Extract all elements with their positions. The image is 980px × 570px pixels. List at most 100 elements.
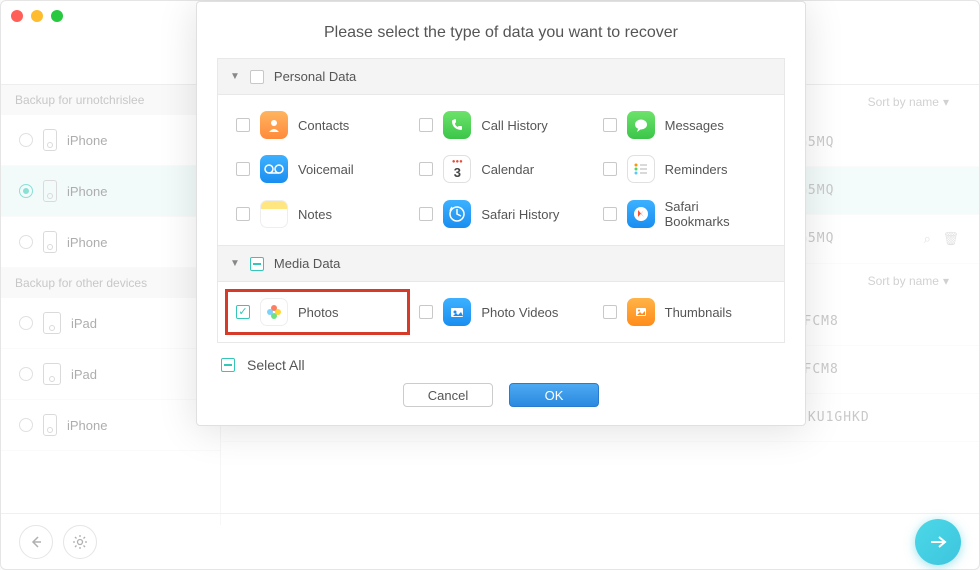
footer	[1, 513, 979, 569]
iphone-icon	[43, 129, 57, 151]
sort-dropdown[interactable]: Sort by name	[868, 274, 939, 288]
item-contacts[interactable]: Contacts	[226, 103, 409, 147]
modal-title: Please select the type of data you want …	[197, 2, 805, 58]
item-label: Notes	[298, 207, 332, 222]
reminders-icon	[627, 155, 655, 183]
data-type-modal: Please select the type of data you want …	[196, 1, 806, 426]
radio-icon[interactable]	[19, 418, 33, 432]
item-checkbox[interactable]	[236, 162, 250, 176]
ok-button[interactable]: OK	[509, 383, 599, 407]
app-window: Backup for urnotchrislee iPhone iPhone i…	[0, 0, 980, 570]
item-label: Photos	[298, 305, 338, 320]
chevron-down-icon: ▾	[943, 95, 949, 109]
item-label: Safari Bookmarks	[665, 199, 766, 229]
item-messages[interactable]: Messages	[593, 103, 776, 147]
item-label: Messages	[665, 118, 724, 133]
settings-button[interactable]	[63, 525, 97, 559]
arrow-left-icon	[28, 534, 44, 550]
device-label: iPhone	[67, 184, 107, 199]
select-all-checkbox[interactable]	[221, 358, 235, 372]
item-checkbox[interactable]	[419, 305, 433, 319]
item-label: Safari History	[481, 207, 559, 222]
device-row[interactable]: iPhone	[1, 400, 220, 451]
item-label: Photo Videos	[481, 305, 558, 320]
trash-icon[interactable]: 🗑	[942, 231, 959, 246]
radio-icon[interactable]	[19, 184, 33, 198]
item-checkbox[interactable]	[236, 207, 250, 221]
window-controls	[11, 10, 63, 22]
device-label: iPhone	[67, 235, 107, 250]
device-label: iPad	[71, 367, 97, 382]
item-label: Reminders	[665, 162, 728, 177]
item-checkbox[interactable]	[603, 305, 617, 319]
item-photo-videos[interactable]: Photo Videos	[409, 290, 592, 334]
item-label: Thumbnails	[665, 305, 732, 320]
radio-icon[interactable]	[19, 133, 33, 147]
item-checkbox[interactable]	[236, 305, 250, 319]
group-checkbox[interactable]	[250, 257, 264, 271]
device-row[interactable]: iPad	[1, 349, 220, 400]
item-label: Call History	[481, 118, 547, 133]
chevron-down-icon: ▾	[943, 274, 949, 288]
device-label: iPhone	[67, 133, 107, 148]
device-label: iPad	[71, 316, 97, 331]
item-reminders[interactable]: Reminders	[593, 147, 776, 191]
item-notes[interactable]: Notes	[226, 191, 409, 237]
item-safari-bookmarks[interactable]: Safari Bookmarks	[593, 191, 776, 237]
item-checkbox[interactable]	[419, 207, 433, 221]
messages-icon	[627, 111, 655, 139]
arrow-right-icon	[927, 531, 949, 553]
sidebar: Backup for urnotchrislee iPhone iPhone i…	[1, 85, 221, 525]
back-button[interactable]	[19, 525, 53, 559]
item-checkbox[interactable]	[419, 162, 433, 176]
photo-videos-icon	[443, 298, 471, 326]
search-icon[interactable]: ⌕	[924, 231, 931, 246]
radio-icon[interactable]	[19, 235, 33, 249]
item-checkbox[interactable]	[236, 118, 250, 132]
safari-history-icon	[443, 200, 471, 228]
device-label: iPhone	[67, 418, 107, 433]
cancel-button[interactable]: Cancel	[403, 383, 493, 407]
group-header[interactable]: ▼ Media Data	[218, 245, 784, 282]
sidebar-section-header: Backup for other devices	[1, 268, 220, 298]
phone-icon	[443, 111, 471, 139]
item-checkbox[interactable]	[419, 118, 433, 132]
group-label: Personal Data	[274, 69, 356, 84]
sort-dropdown[interactable]: Sort by name	[868, 95, 939, 109]
contacts-icon	[260, 111, 288, 139]
item-calendar[interactable]: ●●●3 Calendar	[409, 147, 592, 191]
photos-icon	[260, 298, 288, 326]
group-header[interactable]: ▼ Personal Data	[218, 59, 784, 95]
item-checkbox[interactable]	[603, 162, 617, 176]
sidebar-section-header: Backup for urnotchrislee	[1, 85, 220, 115]
item-checkbox[interactable]	[603, 207, 617, 221]
item-thumbnails[interactable]: Thumbnails	[593, 290, 776, 334]
device-row[interactable]: iPhone	[1, 115, 220, 166]
thumbnails-icon	[627, 298, 655, 326]
iphone-icon	[43, 231, 57, 253]
voicemail-icon	[260, 155, 288, 183]
item-call-history[interactable]: Call History	[409, 103, 592, 147]
iphone-icon	[43, 180, 57, 202]
radio-icon[interactable]	[19, 367, 33, 381]
device-row[interactable]: iPhone	[1, 166, 220, 217]
item-photos[interactable]: Photos	[226, 290, 409, 334]
item-safari-history[interactable]: Safari History	[409, 191, 592, 237]
device-row[interactable]: iPad	[1, 298, 220, 349]
maximize-icon[interactable]	[51, 10, 63, 22]
group-checkbox[interactable]	[250, 70, 264, 84]
calendar-icon: ●●●3	[443, 155, 471, 183]
radio-icon[interactable]	[19, 316, 33, 330]
close-icon[interactable]	[11, 10, 23, 22]
item-voicemail[interactable]: Voicemail	[226, 147, 409, 191]
next-button[interactable]	[915, 519, 961, 565]
iphone-icon	[43, 414, 57, 436]
item-checkbox[interactable]	[603, 118, 617, 132]
item-label: Voicemail	[298, 162, 354, 177]
disclosure-icon: ▼	[230, 71, 240, 82]
device-row[interactable]: iPhone	[1, 217, 220, 268]
minimize-icon[interactable]	[31, 10, 43, 22]
group-personal-data: ▼ Personal Data Contacts Call History	[217, 58, 785, 343]
select-all-row[interactable]: Select All	[221, 357, 781, 373]
disclosure-icon: ▼	[230, 258, 240, 269]
